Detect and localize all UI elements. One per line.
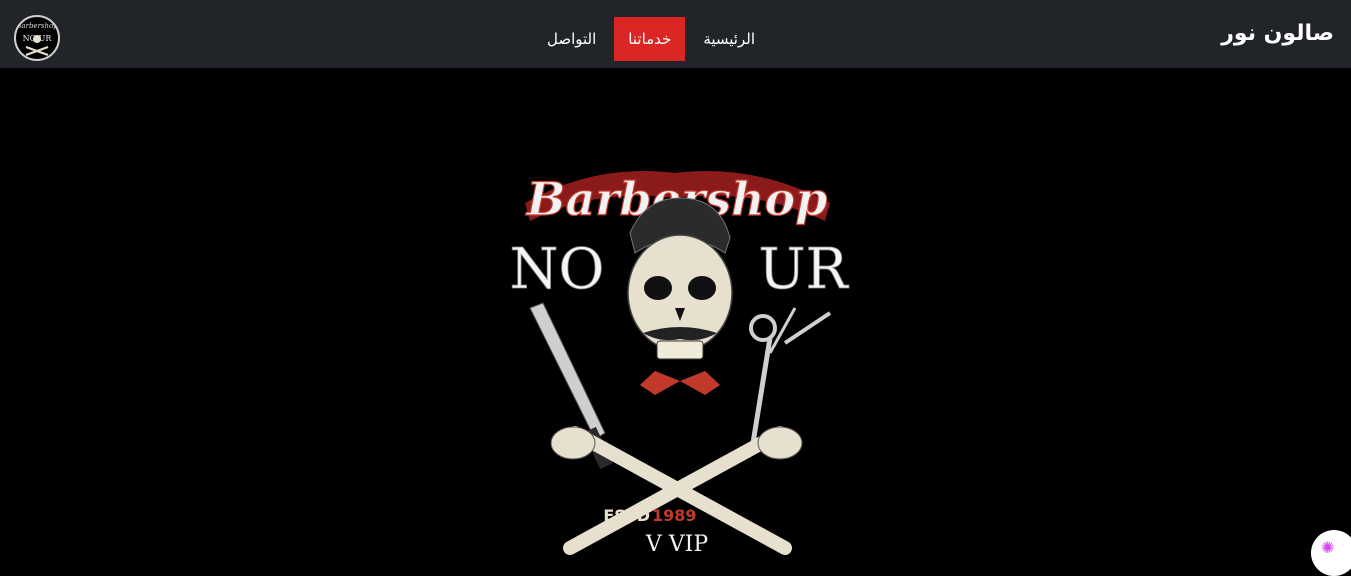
small-logo-graphic: Barbershop NO UR: [16, 22, 58, 56]
nav-links: الرئيسية خدماتنا التواصل: [529, 17, 769, 61]
nav-link-services[interactable]: خدماتنا: [614, 17, 686, 61]
logo-tagline: V VIP: [645, 532, 708, 557]
barbershop-hero-logo: Barbershop NO UR: [509, 171, 850, 557]
estd-year: 1989: [652, 506, 697, 525]
logo-name-left: NO: [510, 237, 605, 302]
logo-name-right: UR: [758, 237, 849, 302]
barbershop-logo-icon[interactable]: Barbershop NO UR: [14, 15, 60, 61]
scissors-icon: [749, 307, 832, 444]
crossed-arms-icon: [550, 426, 803, 555]
skull-icon: [627, 197, 733, 395]
hero-section: Barbershop NO UR: [0, 68, 1351, 557]
bowtie-icon: [640, 371, 720, 395]
navbar: صالون نور الرئيسية خدماتنا التواصل Barbe…: [0, 0, 1351, 68]
small-logo-script: Barbershop: [16, 22, 58, 30]
assistant-button[interactable]: ✺: [1311, 530, 1351, 576]
small-skull-icon: [33, 35, 41, 43]
nav-link-contact[interactable]: التواصل: [533, 17, 610, 61]
brain-icon: ✺: [1321, 538, 1335, 557]
nav-link-home[interactable]: الرئيسية: [689, 17, 769, 61]
estd-prefix: ESTD: [603, 506, 650, 525]
brand-title[interactable]: صالون نور: [1221, 17, 1334, 51]
